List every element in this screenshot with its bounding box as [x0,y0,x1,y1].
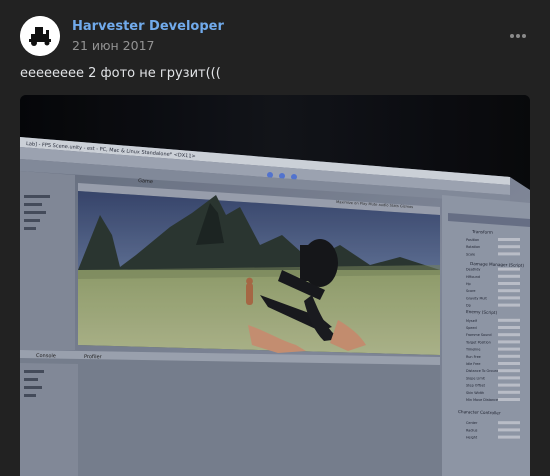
dot [516,34,520,38]
dot [510,34,514,38]
tractor-logo-icon [20,16,60,56]
author-avatar[interactable] [20,16,60,56]
photo-of-monitor-image: Lab] - FPS Scene.unity - est - PC, Mac &… [20,95,530,476]
wall-post: Harvester Developer 21 июн 2017 ееееееее… [0,0,550,476]
post-date[interactable]: 21 июн 2017 [72,38,154,53]
post-text: ееееееее 2 фото не грузит((( [20,66,221,81]
post-photo[interactable]: Lab] - FPS Scene.unity - est - PC, Mac &… [20,95,530,476]
dot [522,34,526,38]
more-options-icon[interactable] [506,28,530,44]
author-name-link[interactable]: Harvester Developer [72,19,224,34]
